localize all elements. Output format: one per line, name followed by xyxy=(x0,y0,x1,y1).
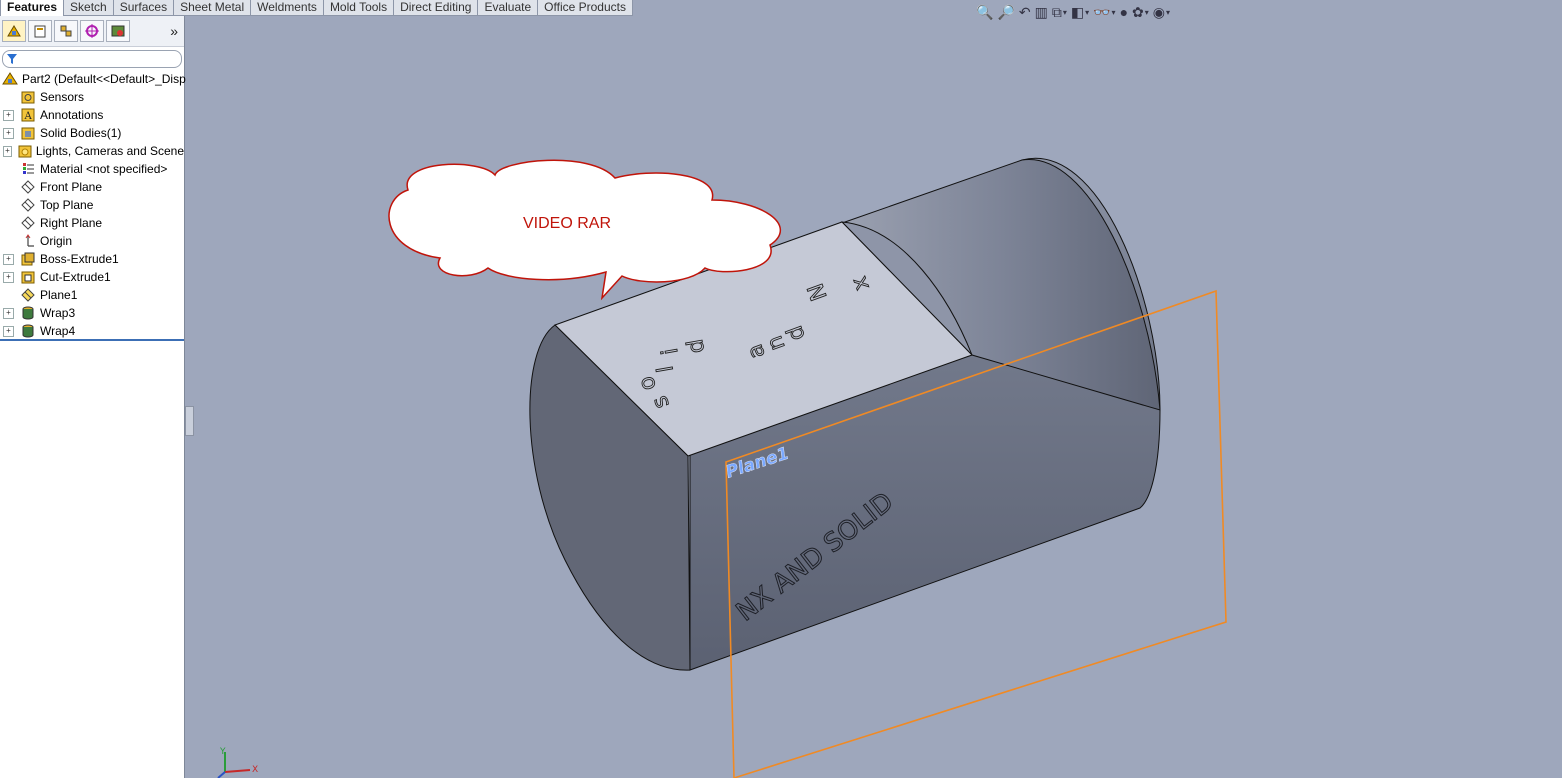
material-icon xyxy=(20,162,36,176)
triad-x-label: X xyxy=(252,765,258,775)
command-manager-tabs: Features Sketch Surfaces Sheet Metal Wel… xyxy=(0,0,633,16)
plane-icon xyxy=(20,216,36,230)
tab-sketch[interactable]: Sketch xyxy=(63,0,114,16)
tree-filter-field[interactable] xyxy=(2,50,182,68)
tab-mold-tools[interactable]: Mold Tools xyxy=(322,0,395,16)
graphics-area[interactable]: 🔍 🔎 ↶ ▥ ⧉ ▾ ◧ ▾ 👓 ▾ ● ✿ ▾ ◉ ▾ s o l i d … xyxy=(186,0,1562,778)
feature-manager-panel: » Part2 (Default<<Default>_Disp Sensors … xyxy=(0,16,186,778)
tree-item-annotations[interactable]: + A Annotations xyxy=(0,106,184,124)
expand-icon[interactable]: + xyxy=(3,253,14,265)
panel-toolbar: » xyxy=(0,16,184,47)
wrap-icon xyxy=(20,324,36,338)
tree-root-part[interactable]: Part2 (Default<<Default>_Disp xyxy=(0,70,186,88)
tab-sheet-metal[interactable]: Sheet Metal xyxy=(173,0,252,16)
tab-weldments[interactable]: Weldments xyxy=(250,0,324,16)
feature-manager-tab-icon[interactable] xyxy=(2,20,26,42)
expand-icon[interactable]: + xyxy=(3,307,14,319)
expand-icon[interactable]: + xyxy=(3,271,14,283)
tree-item-cut-extrude[interactable]: + Cut-Extrude1 xyxy=(0,268,184,286)
expand-icon[interactable]: + xyxy=(3,145,12,157)
tree-item-wrap3[interactable]: + Wrap3 xyxy=(0,304,184,322)
expand-icon[interactable]: + xyxy=(3,109,14,121)
tree-item-sensors[interactable]: Sensors xyxy=(0,88,184,106)
plane-icon xyxy=(20,288,36,302)
tree-item-wrap4[interactable]: + Wrap4 xyxy=(0,322,184,340)
annotations-icon: A xyxy=(20,108,36,122)
cut-extrude-icon xyxy=(20,270,36,284)
wrap-icon xyxy=(20,306,36,320)
tab-direct-editing[interactable]: Direct Editing xyxy=(393,0,479,16)
tree-item-solid-bodies[interactable]: + Solid Bodies(1) xyxy=(0,124,184,142)
tab-office-products[interactable]: Office Products xyxy=(537,0,633,16)
panel-expand-icon[interactable]: » xyxy=(170,23,178,39)
rollback-bar[interactable] xyxy=(0,339,184,341)
solid-bodies-icon xyxy=(20,126,36,140)
filter-icon xyxy=(7,54,17,64)
tree-item-material[interactable]: Material <not specified> xyxy=(0,160,184,178)
tab-surfaces[interactable]: Surfaces xyxy=(112,0,175,16)
expand-icon[interactable]: + xyxy=(3,325,14,337)
configuration-manager-tab-icon[interactable] xyxy=(54,20,78,42)
origin-icon xyxy=(20,234,36,248)
property-manager-tab-icon[interactable] xyxy=(28,20,52,42)
reference-triad: Y X xyxy=(217,747,258,778)
boss-extrude-icon xyxy=(20,252,36,266)
feature-tree: Part2 (Default<<Default>_Disp Sensors + … xyxy=(0,70,186,340)
tree-item-lights[interactable]: + Lights, Cameras and Scene xyxy=(0,142,184,160)
tree-item-right-plane[interactable]: Right Plane xyxy=(0,214,184,232)
tree-item-front-plane[interactable]: Front Plane xyxy=(0,178,184,196)
plane-icon xyxy=(20,198,36,212)
part-icon xyxy=(2,72,18,86)
tree-item-origin[interactable]: Origin xyxy=(0,232,184,250)
expand-icon[interactable]: + xyxy=(3,127,14,139)
sensor-icon xyxy=(20,90,36,104)
svg-text:A: A xyxy=(24,111,33,122)
dimxpert-manager-tab-icon[interactable] xyxy=(80,20,104,42)
model-view: s o l i d a n d N x NX AND SOLID Plane1 … xyxy=(217,157,1227,778)
display-manager-tab-icon[interactable] xyxy=(106,20,130,42)
tree-root-label: Part2 (Default<<Default>_Disp xyxy=(22,72,186,86)
tab-evaluate[interactable]: Evaluate xyxy=(477,0,539,16)
tree-item-boss-extrude[interactable]: + Boss-Extrude1 xyxy=(0,250,184,268)
lights-icon xyxy=(18,144,32,158)
plane-icon xyxy=(20,180,36,194)
tab-features[interactable]: Features xyxy=(0,0,65,16)
callout-text: VIDEO RAR xyxy=(523,215,611,232)
tree-item-plane1[interactable]: Plane1 xyxy=(0,286,184,304)
tree-item-top-plane[interactable]: Top Plane xyxy=(0,196,184,214)
triad-y-label: Y xyxy=(219,747,226,757)
